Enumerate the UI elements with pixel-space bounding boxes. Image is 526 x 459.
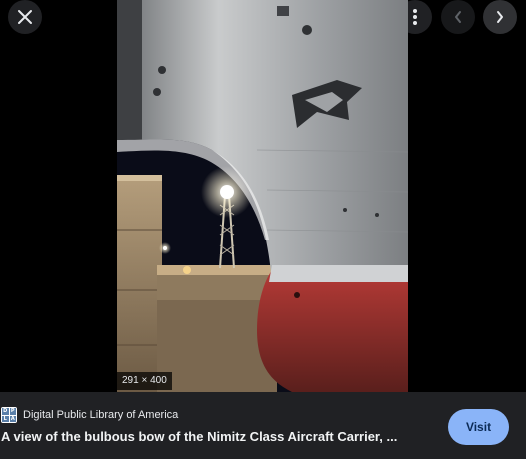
favicon-letter: L <box>2 415 9 422</box>
close-icon <box>18 10 32 24</box>
image-viewer: 291 × 400 D P L A Digital Public Library… <box>0 0 526 459</box>
chevron-left-icon <box>455 11 461 23</box>
preview-image[interactable] <box>117 0 408 392</box>
previous-image-button[interactable] <box>441 0 475 34</box>
image-info-bar: D P L A Digital Public Library of Americ… <box>0 392 526 459</box>
more-vert-icon <box>413 9 417 25</box>
source-link[interactable]: D P L A Digital Public Library of Americ… <box>1 407 178 423</box>
image-dimensions-label: 291 × 400 <box>117 372 172 390</box>
favicon-letter: A <box>9 415 16 422</box>
dpla-favicon-icon: D P L A <box>1 407 17 423</box>
next-image-button[interactable] <box>483 0 517 34</box>
favicon-letter: D <box>2 408 9 415</box>
visit-button[interactable]: Visit <box>448 409 509 445</box>
image-caption[interactable]: A view of the bulbous bow of the Nimitz … <box>1 429 433 444</box>
close-button[interactable] <box>8 0 42 34</box>
source-name[interactable]: Digital Public Library of America <box>23 409 178 421</box>
favicon-letter: P <box>9 408 16 415</box>
ship-bow-photo <box>117 0 408 392</box>
chevron-right-icon <box>497 11 503 23</box>
